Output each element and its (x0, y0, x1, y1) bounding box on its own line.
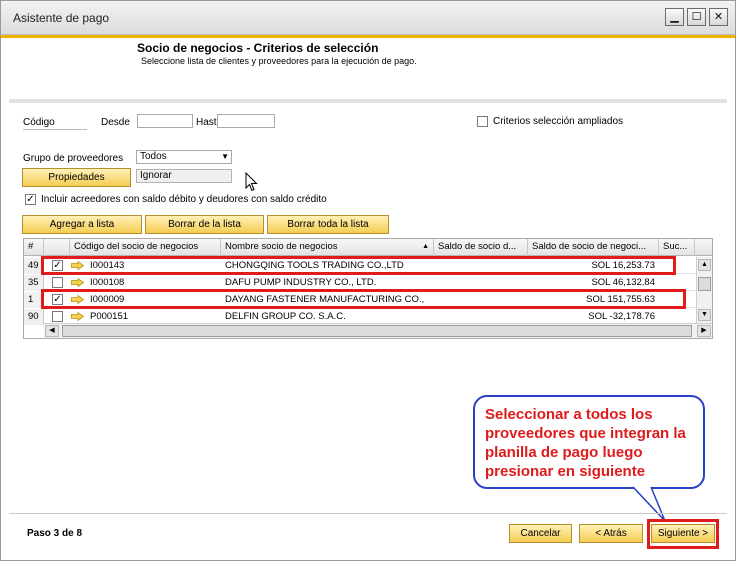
scroll-thumb[interactable] (62, 325, 692, 337)
incluir-checkbox[interactable]: ✓ (25, 194, 36, 205)
header-divider (9, 99, 727, 103)
criterios-checkbox[interactable] (477, 116, 488, 127)
codigo-label: Código (23, 117, 55, 128)
minimize-button[interactable]: ▁ (665, 8, 684, 26)
col-saldo-2[interactable]: Saldo de socio de negoci... (528, 239, 659, 256)
checkmark-icon: ✓ (26, 194, 35, 205)
grupo-select[interactable]: Todos ▼ (136, 150, 232, 164)
grupo-select-value: Todos (140, 151, 167, 162)
highlight-row-3 (41, 289, 686, 309)
cancel-button[interactable]: Cancelar (509, 524, 572, 543)
page-title: Socio de negocios - Criterios de selecci… (137, 41, 379, 55)
vertical-scrollbar[interactable]: ▲ ▼ (696, 257, 712, 323)
link-arrow-icon[interactable] (71, 278, 84, 287)
ignorar-field: Ignorar (136, 169, 232, 183)
col-codigo[interactable]: Código del socio de negocios (70, 239, 221, 256)
propiedades-button[interactable]: Propiedades (22, 168, 131, 187)
row-select-checkbox[interactable] (52, 311, 63, 322)
instruction-callout: Seleccionar a todos los proveedores que … (473, 395, 705, 489)
col-sucursal[interactable]: Suc... (659, 239, 695, 256)
grid-header: # Código del socio de negocios Nombre so… (24, 239, 712, 256)
back-button[interactable]: < Atrás (579, 524, 643, 543)
grupo-label: Grupo de proveedores (23, 153, 124, 164)
accent-line (1, 35, 735, 38)
scroll-up-icon[interactable]: ▲ (698, 259, 711, 271)
borrar-toda-lista-button[interactable]: Borrar toda la lista (267, 215, 389, 234)
page-subtitle: Seleccione lista de clientes y proveedor… (141, 56, 417, 66)
title-bar: Asistente de pago ▁ ☐ ✕ (1, 1, 735, 35)
link-arrow-icon[interactable] (71, 312, 84, 321)
hasta-label: Hast (196, 117, 217, 128)
close-icon: ✕ (713, 11, 724, 23)
col-nombre[interactable]: Nombre socio de negocios ▲ (221, 239, 434, 256)
footer-divider (9, 513, 727, 514)
col-nombre-label: Nombre socio de negocios (225, 241, 338, 252)
close-button[interactable]: ✕ (709, 8, 728, 26)
minimize-icon: ▁ (670, 11, 679, 23)
chevron-down-icon: ▼ (221, 152, 229, 161)
col-rownum[interactable]: # (24, 239, 44, 256)
scroll-right-icon[interactable]: ▶ (697, 325, 711, 337)
highlight-row-1 (41, 256, 676, 275)
maximize-icon: ☐ (691, 11, 702, 23)
col-select[interactable] (44, 239, 70, 256)
mouse-cursor-icon (245, 172, 258, 192)
codigo-underline (23, 129, 87, 130)
desde-input[interactable] (137, 114, 193, 128)
step-indicator: Paso 3 de 8 (27, 528, 83, 539)
scroll-thumb[interactable] (698, 277, 711, 291)
callout-text: Seleccionar a todos los proveedores que … (485, 406, 686, 480)
scroll-down-icon[interactable]: ▼ (698, 309, 711, 321)
incluir-label: Incluir acreedores con saldo débito y de… (41, 194, 327, 205)
row-number: 90 (24, 309, 44, 325)
desde-label: Desde (101, 117, 130, 128)
maximize-button[interactable]: ☐ (687, 8, 706, 26)
next-button[interactable]: Siguiente > (651, 524, 715, 543)
criterios-label: Criterios selección ampliados (493, 116, 624, 127)
sort-ascending-icon: ▲ (422, 243, 429, 250)
payment-wizard-window: Asistente de pago ▁ ☐ ✕ Socio de negocio… (0, 0, 736, 561)
window-title: Asistente de pago (13, 11, 110, 25)
agregar-lista-button[interactable]: Agregar a lista (22, 215, 142, 234)
col-saldo-1[interactable]: Saldo de socio d... (434, 239, 528, 256)
hasta-input[interactable] (217, 114, 275, 128)
borrar-lista-button[interactable]: Borrar de la lista (145, 215, 264, 234)
horizontal-scrollbar[interactable]: ◀ ▶ (44, 323, 712, 338)
scroll-left-icon[interactable]: ◀ (45, 325, 59, 337)
row-select-checkbox[interactable] (52, 277, 63, 288)
